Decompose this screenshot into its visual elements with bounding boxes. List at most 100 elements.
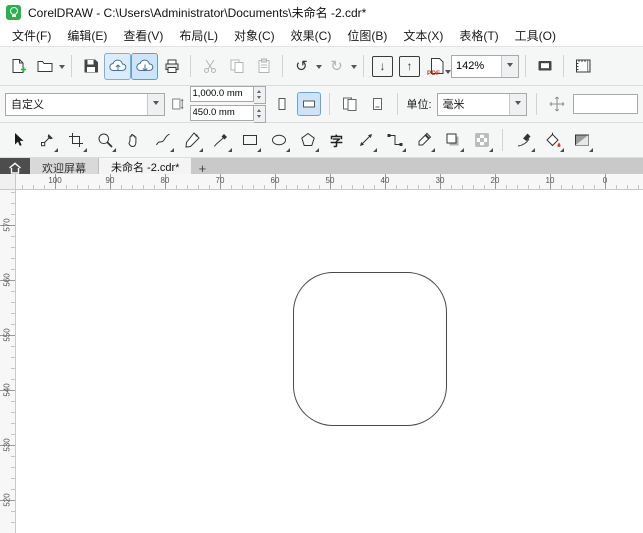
shape-tool[interactable] (34, 128, 59, 153)
outline-pen-tool[interactable] (511, 128, 536, 153)
page-preset-value: 自定义 (11, 99, 44, 111)
connector-tool[interactable] (382, 128, 407, 153)
menu-object[interactable]: 对象(C) (226, 25, 283, 46)
all-pages-button[interactable] (339, 93, 361, 115)
menu-text[interactable]: 文本(X) (395, 25, 451, 46)
redo-icon: ↻ (330, 56, 343, 75)
units-value: 毫米 (442, 99, 465, 111)
all-pages-icon (342, 97, 356, 111)
menu-effects[interactable]: 效果(C) (283, 25, 340, 46)
interactive-fill-tool[interactable] (569, 128, 594, 153)
page-width-stepper[interactable] (253, 85, 266, 104)
nudge-distance-field[interactable] (573, 98, 637, 110)
publish-to-pdf-button[interactable]: PDF (424, 54, 451, 79)
shape-tool-icon (40, 134, 53, 147)
zoom-level-input[interactable] (452, 60, 501, 72)
drop-shadow-tool[interactable] (440, 128, 465, 153)
transparency-tool[interactable] (469, 128, 494, 153)
vertical-ruler[interactable]: 570 560 550 540 530 520 (0, 190, 16, 533)
menu-table[interactable]: 表格(T) (451, 25, 506, 46)
bezier-tool[interactable] (179, 128, 204, 153)
toolbox: 字 (0, 123, 643, 158)
property-bar: 自定义 单位: 毫米 (0, 85, 643, 123)
page-height-field-wrap (189, 104, 254, 121)
ruler-label: 40 (380, 175, 390, 185)
rulers-icon (575, 59, 590, 73)
magnifier-icon (98, 133, 113, 148)
current-page-icon (372, 98, 382, 110)
redo-button[interactable]: ↻ (324, 54, 349, 79)
open-from-cloud-button[interactable] (104, 52, 131, 80)
redo-dropdown-arrow-icon[interactable] (351, 64, 357, 72)
current-page-button[interactable] (366, 93, 388, 115)
menu-file[interactable]: 文件(F) (4, 25, 59, 46)
undo-dropdown-arrow-icon[interactable] (316, 64, 322, 72)
ellipse-tool[interactable] (266, 128, 291, 153)
save-to-cloud-button[interactable] (131, 52, 158, 80)
units-dropdown-button[interactable] (508, 93, 526, 115)
horizontal-ruler[interactable]: 100 90 80 70 60 50 40 30 20 10 0 (16, 174, 643, 190)
zoom-tool[interactable] (92, 128, 117, 153)
toolbar-separator (563, 55, 564, 77)
ruler-label: 530 (2, 438, 12, 452)
cut-button[interactable] (197, 54, 222, 79)
copy-button[interactable] (224, 54, 249, 79)
eyedropper-tool[interactable] (411, 128, 436, 153)
print-icon (165, 59, 178, 73)
nudge-distance-button[interactable] (546, 93, 568, 115)
landscape-orientation-button[interactable] (296, 92, 321, 116)
rectangle-tool[interactable] (237, 128, 262, 153)
menu-view[interactable]: 查看(V) (115, 25, 171, 46)
paste-button[interactable] (251, 54, 276, 79)
ruler-origin-corner[interactable] (0, 174, 16, 190)
smart-fill-tool[interactable] (540, 128, 565, 153)
page-preset-combo[interactable]: 自定义 (5, 92, 165, 116)
pick-tool[interactable] (5, 128, 30, 153)
new-document-button[interactable] (5, 54, 30, 79)
menu-edit[interactable]: 编辑(E) (59, 25, 115, 46)
artistic-media-tool[interactable] (208, 128, 233, 153)
toolbox-separator (502, 129, 503, 151)
undo-button[interactable]: ↺ (289, 54, 314, 79)
polygon-tool[interactable] (295, 128, 320, 153)
open-button[interactable] (32, 54, 57, 79)
pan-tool[interactable] (121, 128, 146, 153)
preset-dropdown-button[interactable] (147, 93, 164, 115)
freehand-tool[interactable] (150, 128, 175, 153)
menu-tools[interactable]: 工具(O) (507, 25, 564, 46)
chevron-down-icon (514, 101, 521, 108)
pick-arrow-icon (14, 133, 23, 146)
fullscreen-preview-button[interactable] (532, 54, 557, 79)
export-button[interactable]: ↑ (397, 54, 422, 79)
menu-bitmaps[interactable]: 位图(B) (339, 25, 395, 46)
dimension-tool[interactable] (353, 128, 378, 153)
drawing-canvas[interactable] (16, 190, 643, 533)
ruler-label: 30 (435, 175, 445, 185)
cut-scissors-icon (203, 59, 216, 73)
eyedropper-icon (418, 132, 431, 146)
portrait-orientation-button[interactable] (271, 93, 293, 115)
units-combo[interactable]: 毫米 (436, 92, 527, 116)
page-width-field-wrap (189, 85, 254, 102)
zoom-level-combo[interactable] (451, 54, 519, 78)
menu-layout[interactable]: 布局(L) (171, 25, 226, 46)
show-rulers-button[interactable] (570, 54, 595, 79)
menu-bar: 文件(F) 编辑(E) 查看(V) 布局(L) 对象(C) 效果(C) 位图(B… (0, 24, 643, 47)
save-button[interactable] (78, 54, 103, 79)
import-button[interactable]: ↓ (370, 54, 395, 79)
page-width-field[interactable] (190, 88, 253, 99)
text-tool[interactable]: 字 (324, 128, 349, 153)
polygon-icon (300, 132, 315, 146)
page-height-stepper[interactable] (253, 104, 266, 123)
portrait-icon (278, 98, 285, 110)
print-button[interactable] (159, 54, 184, 79)
page-height-field[interactable] (190, 107, 253, 118)
stepper-down-icon (257, 115, 261, 120)
fullscreen-icon (538, 61, 551, 71)
zoom-dropdown-button[interactable] (501, 55, 518, 77)
rounded-square-shape[interactable] (293, 272, 447, 426)
crop-tool[interactable] (63, 128, 88, 153)
stepper-up-icon (257, 88, 261, 93)
pdf-dropdown-arrow-icon (445, 69, 451, 77)
open-dropdown-arrow-icon[interactable] (59, 64, 65, 72)
